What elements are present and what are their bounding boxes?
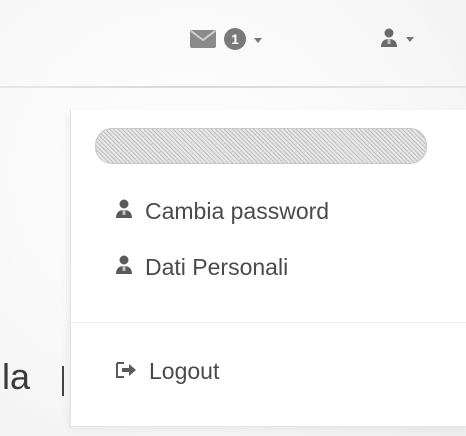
- user-name-header-redacted: [95, 128, 427, 164]
- page: 1 la Cambia password Dati Personali Logo…: [0, 0, 466, 436]
- menu-item-logout[interactable]: Logout: [115, 358, 219, 385]
- menu-item-personal-data[interactable]: Dati Personali: [115, 254, 288, 281]
- chevron-down-icon: [406, 36, 414, 42]
- user-icon: [380, 28, 398, 48]
- sign-out-icon: [115, 358, 137, 385]
- navbar-separator: [0, 86, 466, 88]
- messages-dropdown-toggle[interactable]: 1: [190, 28, 262, 50]
- user-icon: [115, 254, 133, 281]
- top-navbar: 1: [0, 0, 466, 82]
- menu-item-label: Cambia password: [145, 198, 330, 224]
- unread-count-badge: 1: [224, 28, 246, 50]
- user-dropdown-toggle[interactable]: [380, 28, 414, 48]
- background-partial-text: la: [2, 356, 31, 397]
- user-dropdown-menu: Cambia password Dati Personali Logout: [70, 110, 466, 427]
- menu-divider: [71, 322, 466, 323]
- chevron-down-icon: [254, 37, 262, 43]
- envelope-icon: [190, 30, 216, 48]
- user-icon: [115, 198, 133, 225]
- menu-item-change-password[interactable]: Cambia password: [115, 198, 329, 225]
- background-text-fragment: [62, 366, 64, 396]
- menu-item-label: Logout: [149, 358, 220, 384]
- menu-item-label: Dati Personali: [145, 254, 289, 280]
